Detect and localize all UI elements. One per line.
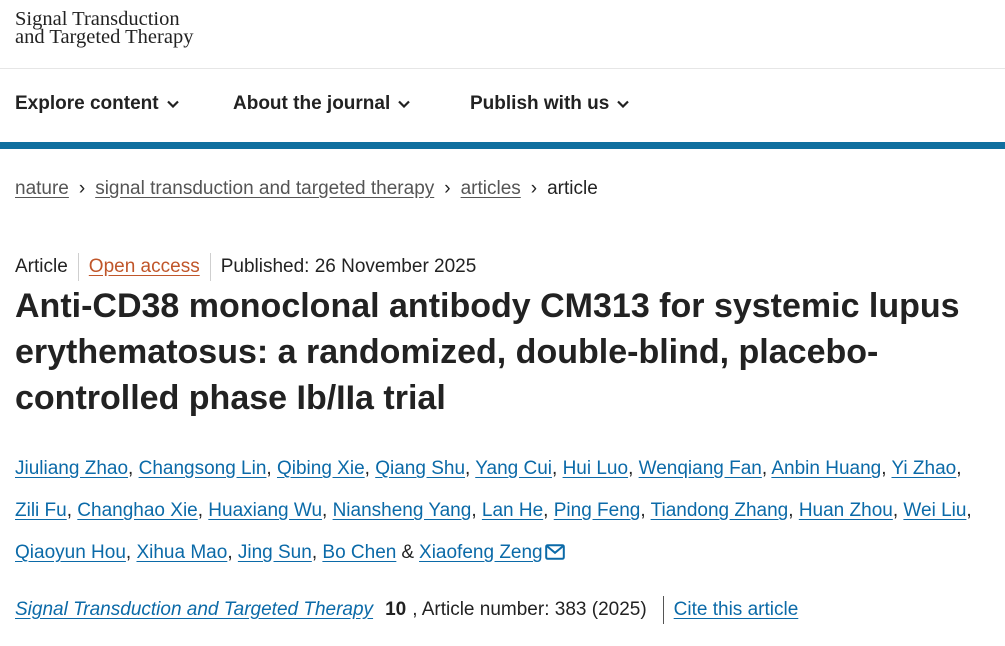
article-meta: Article Open access Published: 26 Novemb… (15, 253, 476, 281)
volume-number: 10 (385, 599, 407, 620)
author-list: Jiuliang Zhao, Changsong Lin, Qibing Xie… (15, 448, 990, 574)
chevron-down-icon (166, 100, 179, 108)
main-nav: Explore content About the journal Publis… (0, 68, 1005, 142)
author-separator: , (640, 500, 651, 521)
author-separator: , (227, 542, 238, 563)
author-link[interactable]: Jiuliang Zhao (15, 458, 128, 479)
envelope-icon[interactable] (544, 544, 565, 560)
nav-publish-with-us[interactable]: Publish with us (470, 93, 630, 115)
author-link[interactable]: Changhao Xie (77, 500, 197, 521)
author-separator: , (197, 500, 209, 521)
chevron-down-icon (617, 100, 630, 108)
author-link[interactable]: Huaxiang Wu (208, 500, 322, 521)
nav-about-the-journal[interactable]: About the journal (233, 93, 411, 115)
nav-label: About the journal (233, 93, 391, 114)
article-type: Article (15, 256, 68, 277)
author-link[interactable]: Qibing Xie (277, 458, 365, 479)
author-separator: , (465, 458, 476, 479)
article-number: , Article number: 383 (2025) (412, 599, 647, 620)
breadcrumb: nature › signal transduction and targete… (15, 178, 598, 200)
author-separator: , (66, 500, 78, 521)
journal-logo[interactable]: Signal Transduction and Targeted Therapy (15, 9, 194, 48)
author-separator: , (322, 500, 333, 521)
author-separator: , (966, 500, 972, 521)
cite-this-article-link[interactable]: Cite this article (674, 599, 799, 621)
breadcrumb-link[interactable]: articles (461, 178, 521, 200)
chevron-right-icon: › (530, 178, 538, 199)
author-separator: , (125, 542, 137, 563)
author-link[interactable]: Wenqiang Fan (639, 458, 762, 479)
nav-label: Publish with us (470, 93, 610, 114)
site-header: Signal Transduction and Targeted Therapy (0, 0, 1005, 69)
open-access-link[interactable]: Open access (89, 256, 200, 278)
nav-explore-content[interactable]: Explore content (15, 93, 179, 115)
divider (209, 253, 211, 281)
breadcrumb-current: article (547, 178, 598, 199)
author-separator: , (761, 458, 772, 479)
author-separator: , (788, 500, 799, 521)
published-date: Published: 26 November 2025 (220, 256, 477, 277)
nav-accent-rule (0, 142, 1005, 149)
author-link[interactable]: Qiaoyun Hou (15, 542, 126, 563)
author-link[interactable]: Ping Feng (554, 500, 641, 521)
author-separator: , (364, 458, 376, 479)
nav-label: Explore content (15, 93, 159, 114)
article-title: Anti-CD38 monoclonal antibody CM313 for … (15, 287, 960, 417)
citation-line: Signal Transduction and Targeted Therapy… (15, 596, 798, 624)
author-separator: , (266, 458, 277, 479)
divider (662, 596, 664, 624)
author-link[interactable]: Huan Zhou (799, 500, 893, 521)
author-link[interactable]: Xihua Mao (136, 542, 227, 563)
author-separator: , (552, 458, 563, 479)
chevron-down-icon (398, 100, 411, 108)
author-separator: , (956, 458, 962, 479)
journal-link[interactable]: Signal Transduction and Targeted Therapy (15, 599, 373, 621)
chevron-right-icon: › (444, 178, 451, 199)
author-separator: , (543, 500, 554, 521)
author-link[interactable]: Lan He (482, 500, 543, 521)
author-and: & (401, 542, 415, 563)
author-link[interactable]: Bo Chen (322, 542, 396, 563)
author-link[interactable]: Hui Luo (563, 458, 629, 479)
breadcrumb-link[interactable]: nature (15, 178, 69, 200)
author-link[interactable]: Yang Cui (475, 458, 552, 479)
author-separator: , (128, 458, 139, 479)
author-link[interactable]: Changsong Lin (139, 458, 267, 479)
author-separator: , (881, 458, 892, 479)
author-separator: , (892, 500, 904, 521)
corresponding-author-link[interactable]: Xiaofeng Zeng (419, 542, 543, 563)
author-separator: , (311, 542, 323, 563)
author-link[interactable]: Zili Fu (15, 500, 67, 521)
chevron-right-icon: › (78, 178, 86, 199)
author-link[interactable]: Qiang Shu (375, 458, 465, 479)
author-link[interactable]: Jing Sun (238, 542, 312, 563)
author-link[interactable]: Tiandong Zhang (651, 500, 789, 521)
author-separator: , (471, 500, 482, 521)
divider (77, 253, 79, 281)
author-link[interactable]: Niansheng Yang (333, 500, 472, 521)
logo-line-2: and Targeted Therapy (15, 26, 194, 48)
author-link[interactable]: Wei Liu (903, 500, 966, 521)
author-separator: , (628, 458, 639, 479)
author-link[interactable]: Anbin Huang (771, 458, 881, 479)
breadcrumb-link[interactable]: signal transduction and targeted therapy (95, 178, 434, 200)
author-link[interactable]: Yi Zhao (891, 458, 956, 479)
